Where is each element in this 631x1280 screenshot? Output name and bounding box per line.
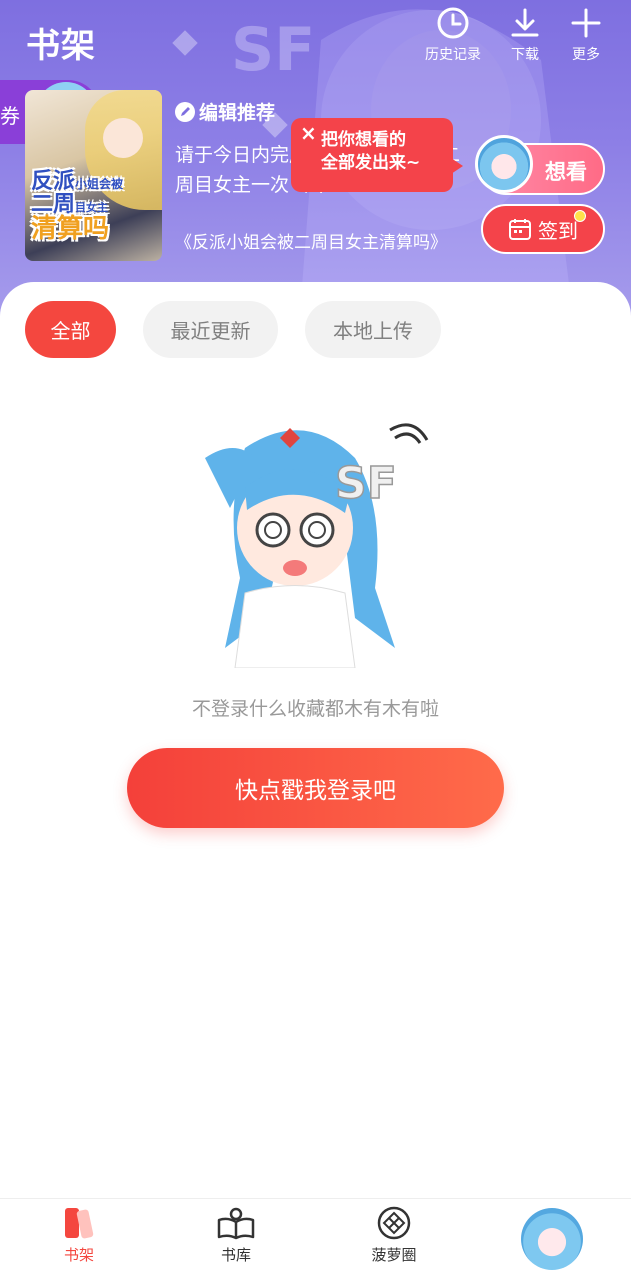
- recommend-book-title[interactable]: 《反派小姐会被二周目女主清算吗》: [175, 228, 455, 253]
- history-label: 历史记录: [425, 47, 481, 63]
- notification-dot: [574, 210, 586, 222]
- bubble-line2: 全部发出来~: [321, 153, 421, 173]
- page-title: 书架: [26, 26, 96, 66]
- cover-title-line2-small: 目女主: [75, 201, 109, 215]
- pineapple-circle-icon: [377, 1206, 411, 1240]
- profile-avatar[interactable]: [521, 1208, 583, 1270]
- plus-icon: [571, 8, 601, 38]
- download-button[interactable]: 下载: [493, 6, 557, 66]
- nav-library-label: 书库: [220, 1246, 251, 1264]
- close-icon[interactable]: ×: [300, 122, 317, 145]
- cover-title-line1-small: 小姐会被: [75, 177, 124, 191]
- request-tooltip-bubble: × 把你想看的 全部发出来~: [291, 118, 463, 192]
- check-in-label: 签到: [538, 218, 578, 243]
- cover-title-line1: 反派: [31, 169, 76, 194]
- more-button[interactable]: 更多: [554, 6, 618, 66]
- more-label: 更多: [572, 47, 600, 63]
- nav-pineapple-circle[interactable]: 菠萝圈: [349, 1206, 439, 1272]
- tab-local-upload[interactable]: 本地上传: [305, 301, 441, 358]
- svg-text:SF: SF: [231, 15, 315, 85]
- nav-bookshelf[interactable]: 书架: [34, 1206, 124, 1272]
- cover-title: 反派小姐会被 二周目女主 清算吗: [31, 170, 159, 243]
- editor-recommend-label: 编辑推荐: [175, 98, 275, 125]
- history-button[interactable]: 历史记录: [421, 6, 485, 66]
- pencil-icon: [175, 101, 195, 122]
- empty-state-message: 不登录什么收藏都木有木有啦: [191, 698, 439, 720]
- coupon-label: 券: [0, 104, 20, 128]
- clock-icon: [437, 7, 469, 39]
- login-button[interactable]: 快点戳我登录吧: [127, 748, 504, 828]
- decorative-diamond: [172, 30, 198, 56]
- calendar-icon: [509, 219, 531, 240]
- cover-title-line3: 清算吗: [31, 214, 110, 245]
- bookshelf-icon: [65, 1208, 94, 1239]
- bubble-line1: 把你想看的: [321, 130, 406, 150]
- open-book-icon: [217, 1207, 255, 1240]
- nav-pineapple-circle-label: 菠萝圈: [371, 1246, 417, 1264]
- tab-recent-updates[interactable]: 最近更新: [143, 301, 278, 358]
- download-icon: [511, 8, 539, 37]
- nav-bookshelf-label: 书架: [63, 1246, 94, 1264]
- recommended-book-cover[interactable]: 反派小姐会被 二周目女主 清算吗: [25, 90, 162, 261]
- cover-art-face: [103, 118, 143, 158]
- tab-all[interactable]: 全部: [25, 301, 116, 358]
- download-label: 下载: [511, 47, 539, 63]
- check-in-button[interactable]: 签到: [481, 204, 605, 254]
- mascot-avatar: [475, 135, 533, 193]
- confused-mascot-illustration: SF: [205, 423, 429, 668]
- svg-text:SF: SF: [335, 458, 397, 509]
- editor-recommend-text: 编辑推荐: [199, 102, 276, 124]
- nav-library[interactable]: 书库: [191, 1206, 281, 1272]
